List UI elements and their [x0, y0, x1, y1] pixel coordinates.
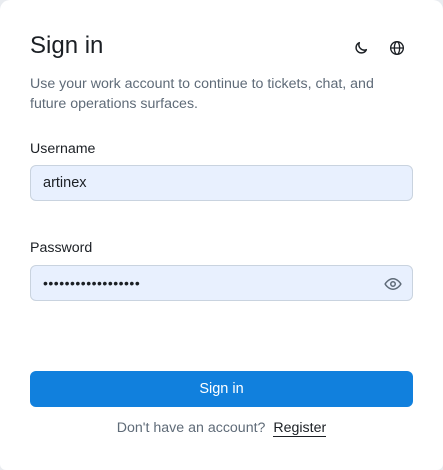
- password-field-container: [30, 265, 413, 301]
- password-label: Password: [30, 240, 93, 256]
- register-prompt-text: Don't have an account?: [116, 420, 266, 436]
- page-subtitle: Use your work account to continue to tic…: [30, 76, 374, 112]
- register-link[interactable]: Register: [273, 420, 327, 437]
- register-prompt: Don't have an account? Register: [0, 419, 443, 437]
- theme-toggle-button[interactable]: [350, 37, 372, 59]
- moon-icon: [355, 41, 368, 54]
- page-title: Sign in: [30, 32, 104, 59]
- username-field-container: [30, 165, 413, 201]
- eye-icon[interactable]: [384, 275, 402, 293]
- username-input[interactable]: [43, 166, 373, 200]
- sign-in-button[interactable]: Sign in: [30, 371, 413, 407]
- password-input[interactable]: [43, 266, 373, 300]
- sign-in-card: Sign in Use your work account to continu…: [0, 0, 443, 470]
- globe-icon: [390, 41, 404, 55]
- language-button[interactable]: [386, 37, 408, 59]
- username-label: Username: [30, 141, 96, 157]
